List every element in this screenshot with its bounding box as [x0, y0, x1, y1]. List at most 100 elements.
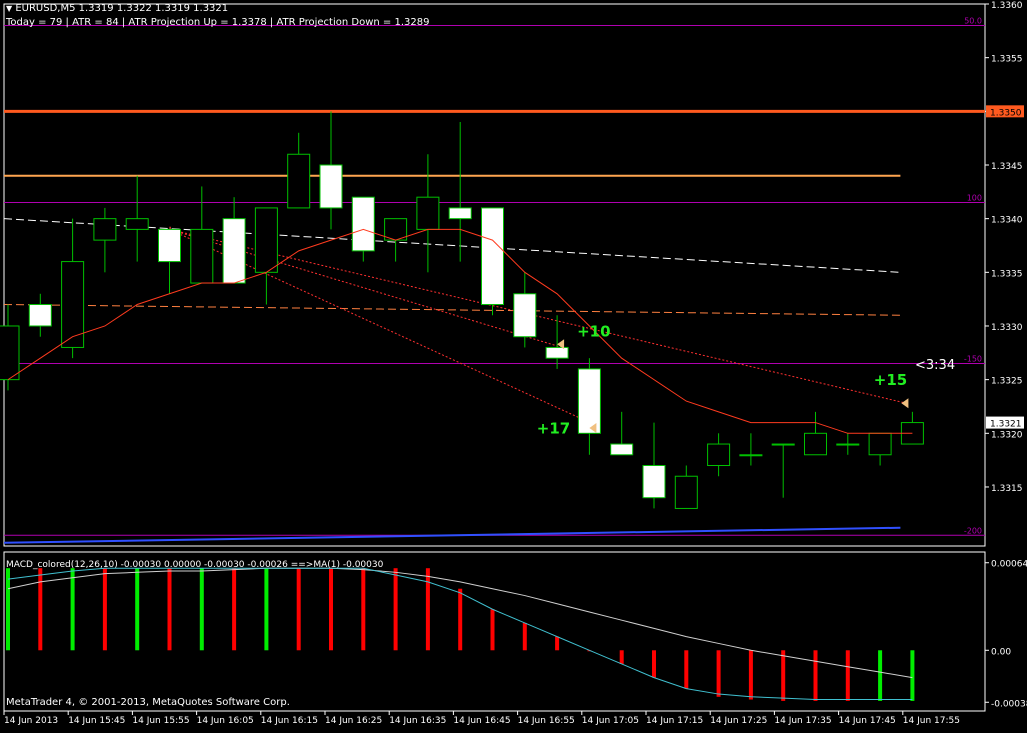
macd-histogram-bar [910, 650, 915, 701]
time-tick-label: 14 Jun 16:55 [518, 716, 575, 726]
fib-level-label: 100 [967, 194, 982, 203]
time-tick-label: 14 Jun 17:45 [839, 716, 896, 726]
macd-histogram-bar [425, 568, 430, 651]
candle-body[interactable] [804, 432, 827, 456]
macd-histogram-bar [264, 568, 269, 651]
candle-body[interactable] [0, 325, 20, 381]
time-tick-label: 14 Jun 17:25 [710, 716, 767, 726]
candle-body[interactable] [448, 207, 472, 220]
candle-body[interactable] [610, 443, 634, 456]
time-tick-label: 14 Jun 17:55 [903, 716, 960, 726]
macd-tick-label: 0.00 [991, 647, 1011, 657]
price-tick-label: 1.3360 [991, 1, 1023, 11]
candle-body[interactable] [125, 218, 149, 230]
macd-histogram-bar [748, 650, 753, 700]
candle-body[interactable] [642, 465, 666, 499]
macd-histogram-bar [555, 636, 560, 651]
price-tick-label: 1.3340 [991, 216, 1023, 226]
trade-arrow-icon [901, 398, 909, 409]
time-tick-label: 14 Jun 16:35 [389, 716, 446, 726]
price-tick-label: 1.3325 [991, 377, 1023, 387]
fib-level-label: 50.0 [964, 16, 982, 25]
fib-level-label: -200 [964, 526, 982, 535]
candle-body[interactable] [254, 207, 278, 273]
candle-body[interactable] [190, 228, 214, 284]
macd-histogram-bar [38, 568, 43, 651]
macd-histogram-bar [361, 568, 366, 651]
pips-annotation: +10 [577, 323, 610, 341]
time-tick-label: 14 Jun 16:45 [453, 716, 510, 726]
candle-body[interactable] [771, 443, 795, 446]
macd-histogram-bar [232, 568, 237, 651]
candle-body[interactable] [481, 207, 504, 306]
resistance-price-label: 1.3350 [990, 108, 1022, 118]
atr-info-line: Today = 79 | ATR = 84 | ATR Projection U… [6, 17, 430, 28]
current-price-label: 1.3321 [990, 420, 1022, 430]
trading-chart[interactable]: 1.3360 1.3355 1.3350 1.3345 1.3340 1.3335 1.33… [0, 0, 1027, 729]
macd-tick-label: 0.00064 [991, 560, 1027, 570]
macd-histogram-bar [167, 568, 172, 651]
macd-histogram-bar [135, 568, 140, 651]
candle-body[interactable] [28, 304, 52, 327]
fib-level-label: -150 [964, 355, 982, 364]
candle-body[interactable] [739, 454, 763, 457]
macd-histogram-bar [716, 650, 721, 697]
candle-countdown-label: <3:34 [915, 358, 955, 373]
candle-body[interactable] [545, 346, 569, 359]
pips-annotation: +15 [874, 371, 907, 389]
price-tick-label: 1.3345 [991, 162, 1023, 172]
candle-body[interactable] [93, 218, 117, 241]
time-tick-label: 14 Jun 17:15 [646, 716, 703, 726]
candle-body[interactable] [577, 368, 601, 434]
pips-annotation: +17 [537, 419, 570, 437]
time-tick-label: 14 Jun 17:35 [774, 716, 831, 726]
candle-body[interactable] [707, 443, 731, 467]
price-tick-label: 1.3335 [991, 269, 1023, 279]
macd-histogram-bar [845, 650, 850, 701]
candle-body[interactable] [416, 196, 440, 230]
candle-body[interactable] [222, 218, 246, 284]
macd-histogram-bar [6, 568, 10, 651]
candle-body[interactable] [319, 164, 343, 209]
price-tick-label: 1.3315 [991, 484, 1023, 494]
candle-body[interactable] [158, 228, 181, 263]
candle-body[interactable] [351, 196, 375, 252]
macd-histogram-bar [490, 609, 495, 651]
candle-body[interactable] [513, 293, 537, 338]
chart-canvas[interactable]: 1.3360 1.3355 1.3350 1.3345 1.3340 1.3335 1.33… [0, 0, 1027, 729]
collapse-triangle-icon[interactable]: ▼ [6, 4, 12, 13]
macd-histogram-bar [652, 650, 656, 678]
time-tick-label: 14 Jun 16:15 [261, 716, 318, 726]
time-tick-label: 14 Jun 15:45 [68, 716, 125, 726]
candle-body[interactable] [836, 443, 860, 446]
symbol-quote-line: EURUSD,M5 1.3319 1.3322 1.3319 1.3321 [15, 3, 229, 14]
macd-histogram-bar [781, 650, 786, 701]
candle-body[interactable] [674, 475, 698, 509]
macd-histogram-bar [684, 650, 689, 689]
candle-body[interactable] [868, 432, 892, 456]
candle-body[interactable] [384, 218, 408, 241]
macd-histogram-bar [296, 568, 301, 651]
price-tick-label: 1.3330 [991, 323, 1023, 333]
orange-dashed-trendline[interactable] [3, 304, 901, 316]
macd-histogram-bar [329, 568, 333, 651]
time-tick-label: 14 Jun 16:25 [325, 716, 382, 726]
macd-histogram-bar [70, 568, 75, 651]
candle-body[interactable] [287, 153, 311, 209]
macd-histogram-bar [878, 650, 883, 701]
time-tick-label: 14 Jun 17:05 [582, 716, 639, 726]
chart-symbol-header: ▼ EURUSD,M5 1.3319 1.3322 1.3319 1.3321 [6, 3, 228, 14]
macd-histogram-bar [619, 650, 624, 664]
macd-histogram-bar [199, 568, 204, 651]
macd-histogram-bar [522, 622, 527, 651]
macd-tick-label: -0.00038 [991, 699, 1027, 709]
macd-histogram-bar [102, 568, 107, 651]
macd-histogram-bar [813, 650, 818, 701]
price-tick-label: 1.3355 [991, 55, 1023, 65]
time-tick-label: 14 Jun 2013 [4, 716, 58, 726]
price-tick-label: 1.3320 [991, 430, 1023, 440]
copyright-text: MetaTrader 4, © 2001-2013, MetaQuotes So… [6, 697, 290, 708]
macd-histogram-bar [393, 568, 398, 651]
time-tick-label: 14 Jun 15:55 [132, 716, 189, 726]
macd-histogram-bar [458, 588, 463, 651]
